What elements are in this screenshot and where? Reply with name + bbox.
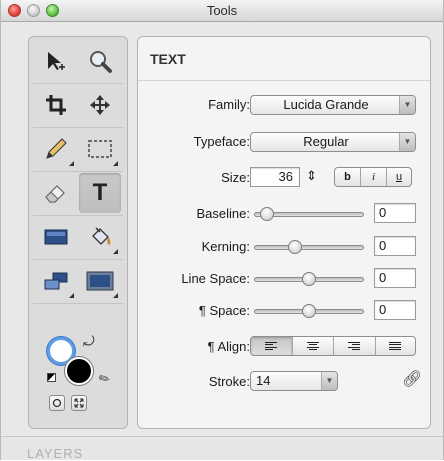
kerning-slider-knob[interactable] <box>287 240 302 254</box>
shape-tool-button[interactable] <box>35 217 77 257</box>
font-family-popup[interactable]: Lucida Grande ▼ <box>250 95 416 115</box>
color-swatches: ⤾ ✎ <box>43 329 113 399</box>
default-colors-icon[interactable] <box>47 373 56 382</box>
paragraph-align-group <box>250 336 416 356</box>
size-stepper[interactable]: ⇕ <box>306 168 317 184</box>
expand-icon <box>74 398 84 408</box>
baseline-slider[interactable] <box>254 207 364 221</box>
zoom-tool-button[interactable] <box>79 41 121 81</box>
layers-section-header[interactable]: LAYERS <box>1 436 443 461</box>
swap-colors-icon[interactable]: ⤾ <box>83 333 95 350</box>
baseline-label: Baseline: <box>196 206 250 221</box>
align-right-icon <box>348 342 361 350</box>
stroke-combobox[interactable]: 14 ▼ <box>250 371 338 391</box>
crop-icon <box>46 95 66 115</box>
clone-icon <box>44 272 68 290</box>
paragraph-space-slider-knob[interactable] <box>302 304 316 318</box>
typeface-value: Regular <box>303 134 349 149</box>
paint-bucket-icon <box>92 227 111 245</box>
underline-button[interactable]: u <box>387 168 411 186</box>
text-t-icon: T <box>92 179 108 206</box>
close-window-button[interactable] <box>8 4 21 17</box>
chevron-down-icon: ▼ <box>321 372 337 390</box>
tool-palette: T ⤾ ✎ <box>28 36 128 429</box>
size-label: Size: <box>221 170 250 185</box>
typeface-label: Typeface: <box>193 134 250 149</box>
stroke-value: 14 <box>256 373 271 388</box>
pencil-icon <box>46 138 67 159</box>
eraser-icon <box>45 185 65 203</box>
line-space-slider-knob[interactable] <box>302 272 316 286</box>
paragraph-space-field[interactable]: 0 <box>374 300 416 320</box>
text-inspector-panel: TEXT Family: Lucida Grande ▼ Typeface: R… <box>137 36 431 429</box>
stroke-label: Stroke: <box>208 374 250 389</box>
kerning-slider[interactable] <box>254 240 364 254</box>
chevron-down-icon: ▼ <box>399 96 415 114</box>
bold-button[interactable]: b <box>335 168 361 186</box>
baseline-slider-knob[interactable] <box>259 207 274 221</box>
effects-tool-button[interactable] <box>79 261 121 301</box>
magnifier-icon <box>90 51 112 73</box>
fullscreen-button[interactable] <box>71 395 87 411</box>
selection-tool-button[interactable] <box>79 129 121 169</box>
size-field[interactable]: 36 <box>250 167 300 187</box>
window-title: Tools <box>206 3 238 18</box>
zoom-window-button[interactable] <box>46 4 59 17</box>
eraser-tool-button[interactable] <box>35 173 77 213</box>
eyedropper-icon[interactable]: ✎ <box>96 369 113 388</box>
tools-window: Tools T ⤾ ✎ TEXT Family: Lucida Grande ▼… <box>0 0 444 461</box>
stroke-options-icon[interactable]: 🔗︎ <box>402 369 422 389</box>
align-center-button[interactable] <box>293 337 334 355</box>
text-style-group: b i u <box>334 167 412 187</box>
line-space-slider[interactable] <box>254 272 364 286</box>
line-space-label: Line Space: <box>181 271 250 286</box>
align-right-button[interactable] <box>334 337 376 355</box>
move-tool-button[interactable] <box>35 41 77 81</box>
rectangle-icon <box>44 229 68 245</box>
paragraph-align-label: ¶ Align: <box>207 339 250 354</box>
kerning-label: Kerning: <box>201 239 250 254</box>
crop-tool-button[interactable] <box>35 85 77 125</box>
cursor-plus-icon <box>48 52 65 70</box>
family-label: Family: <box>208 97 250 112</box>
normal-mode-button[interactable] <box>49 395 65 411</box>
title-bar[interactable]: Tools <box>1 0 443 22</box>
align-left-icon <box>265 342 278 350</box>
baseline-field[interactable]: 0 <box>374 203 416 223</box>
panel-title: TEXT <box>138 37 430 81</box>
image-frame-icon <box>86 271 114 291</box>
italic-button[interactable]: i <box>361 168 387 186</box>
align-justify-button[interactable] <box>376 337 416 355</box>
pencil-tool-button[interactable] <box>35 129 77 169</box>
minimize-window-button[interactable] <box>27 4 40 17</box>
align-left-button[interactable] <box>251 337 293 355</box>
align-justify-icon <box>389 342 402 350</box>
font-family-value: Lucida Grande <box>283 97 369 112</box>
paragraph-space-slider[interactable] <box>254 304 364 318</box>
align-center-icon <box>306 342 319 350</box>
fill-color-swatch[interactable] <box>65 357 93 385</box>
line-space-field[interactable]: 0 <box>374 268 416 288</box>
clone-tool-button[interactable] <box>35 261 77 301</box>
pan-tool-button[interactable] <box>79 85 121 125</box>
kerning-field[interactable]: 0 <box>374 236 416 256</box>
marquee-icon <box>88 140 112 158</box>
chevron-down-icon: ▼ <box>399 133 415 151</box>
circle-icon <box>52 398 62 408</box>
typeface-popup[interactable]: Regular ▼ <box>250 132 416 152</box>
move-arrows-icon <box>90 95 110 115</box>
fill-tool-button[interactable] <box>79 217 121 257</box>
text-tool-button[interactable]: T <box>79 173 121 213</box>
paragraph-space-label: ¶ Space: <box>198 303 250 318</box>
